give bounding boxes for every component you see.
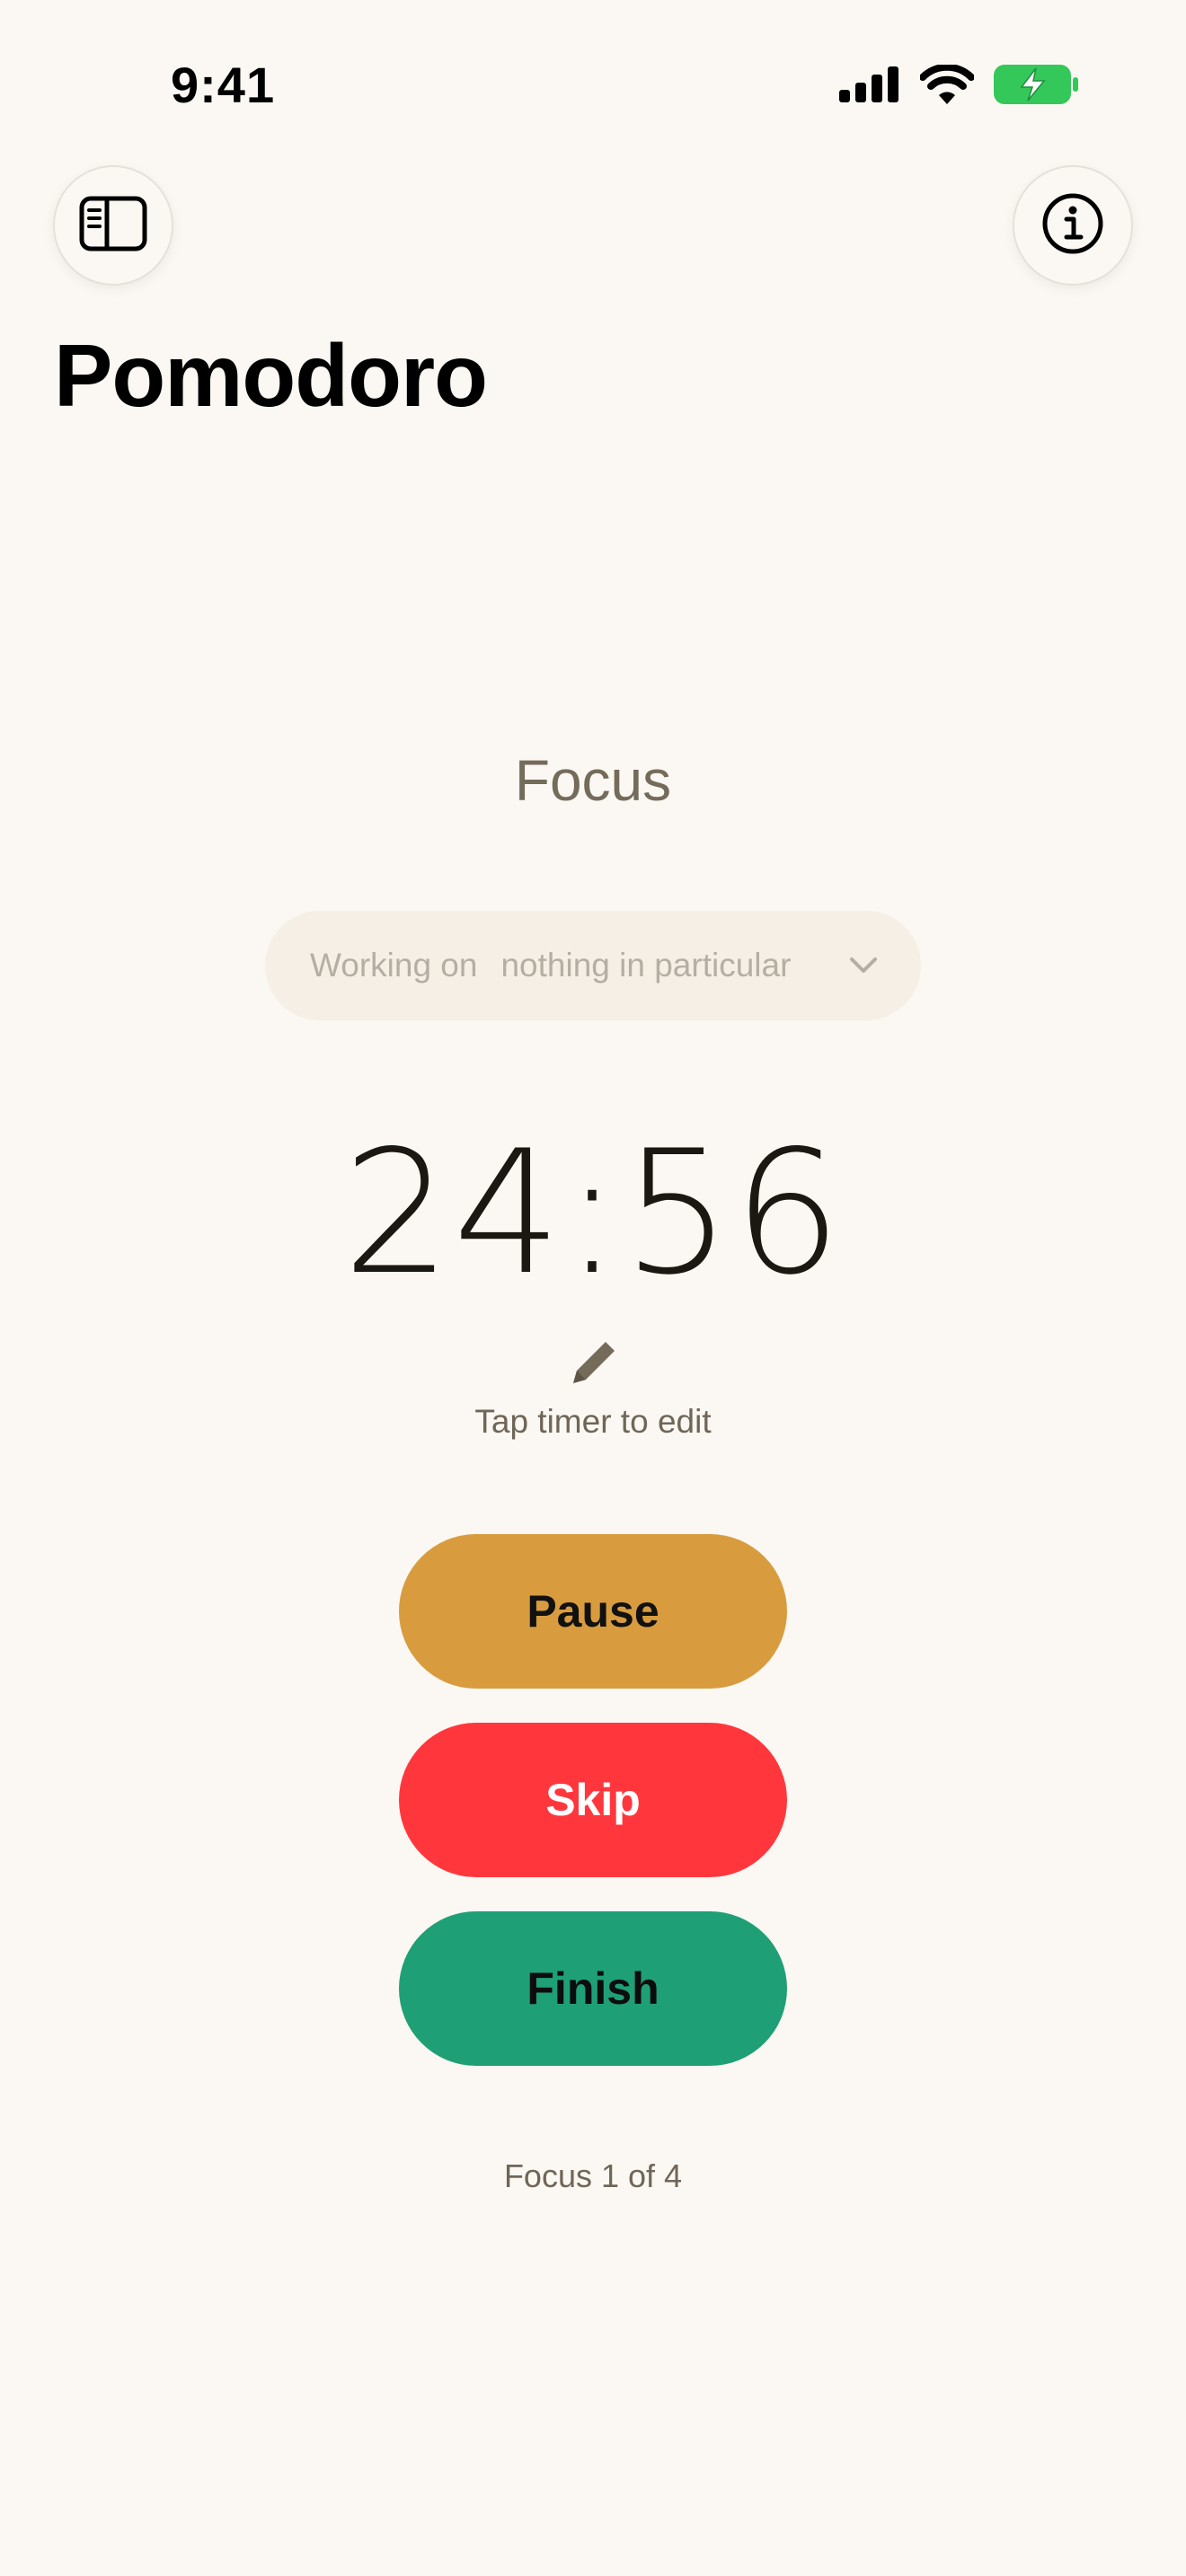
info-button[interactable] — [1013, 165, 1133, 286]
status-time: 9:41 — [171, 57, 276, 113]
sidebar-icon — [79, 196, 147, 256]
page-title: Pomodoro — [54, 326, 488, 425]
info-icon — [1041, 192, 1104, 260]
wifi-icon — [919, 63, 975, 109]
task-picker[interactable]: Working on nothing in particular — [265, 911, 921, 1020]
pause-button[interactable]: Pause — [399, 1534, 787, 1689]
status-bar: 9:41 — [0, 0, 1186, 171]
phase-label: Focus — [514, 748, 672, 813]
chevron-down-icon — [849, 950, 880, 981]
battery-charging-icon — [994, 65, 1078, 109]
skip-button[interactable]: Skip — [399, 1723, 787, 1877]
pencil-icon[interactable] — [566, 1337, 620, 1390]
cellular-signal-icon — [839, 66, 900, 107]
edit-hint: Tap timer to edit — [474, 1403, 712, 1440]
task-picker-prefix: Working on — [310, 947, 478, 984]
status-icons — [839, 63, 1078, 109]
finish-button[interactable]: Finish — [399, 1911, 787, 2066]
sidebar-toggle-button[interactable] — [53, 165, 173, 286]
session-progress: Focus 1 of 4 — [503, 2157, 683, 2194]
task-picker-value: nothing in particular — [500, 947, 792, 984]
timer-display[interactable]: 24:56 — [0, 1114, 1186, 1312]
